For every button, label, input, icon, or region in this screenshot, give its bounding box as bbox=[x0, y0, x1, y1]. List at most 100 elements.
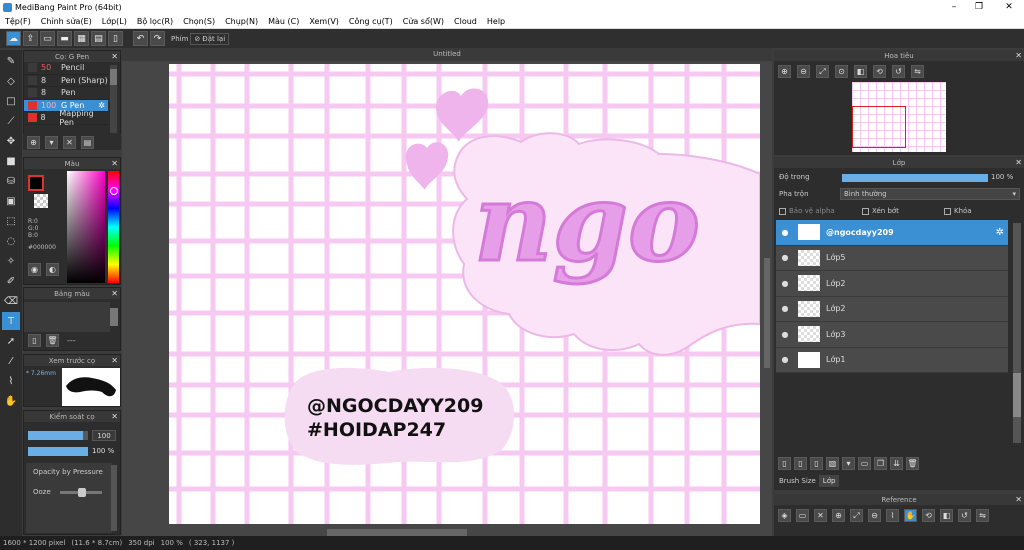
chat-icon[interactable]: ▬ bbox=[57, 31, 72, 46]
layer-row-lop1[interactable]: ● Lớp1 bbox=[776, 347, 1008, 373]
menu-help[interactable]: Help bbox=[482, 17, 510, 26]
lock-option[interactable]: Khóa bbox=[944, 207, 972, 215]
canvas-horizontal-scrollbar[interactable] bbox=[327, 529, 467, 536]
divide-tool-icon[interactable]: ⁄ bbox=[2, 352, 20, 370]
add-palette-icon[interactable]: ▯ bbox=[28, 334, 41, 347]
zoom-in-icon[interactable]: ⊕ bbox=[778, 65, 791, 78]
brush-size-value[interactable]: 100 bbox=[92, 430, 116, 441]
hand-tool-icon[interactable]: ✋ bbox=[2, 392, 20, 410]
menu-snap[interactable]: Chụp(N) bbox=[220, 17, 263, 26]
brush-opacity-slider[interactable] bbox=[28, 447, 88, 456]
navigator-preview[interactable] bbox=[852, 82, 946, 152]
brush-menu-icon[interactable]: ▾ bbox=[45, 135, 58, 149]
brush-tool-icon[interactable]: ✎ bbox=[2, 52, 20, 70]
menu-filter[interactable]: Bộ lọc(R) bbox=[132, 17, 178, 26]
new-layer-1bit-icon[interactable]: ▯ bbox=[810, 457, 823, 470]
ooze-handle[interactable] bbox=[78, 488, 86, 497]
redo-icon[interactable]: ↷ bbox=[150, 31, 165, 46]
close-icon[interactable]: ✕ bbox=[111, 289, 118, 298]
brush-size-slider[interactable] bbox=[28, 431, 88, 440]
layer-row-lop3[interactable]: ● Lớp3 bbox=[776, 322, 1008, 348]
text-tool-icon[interactable]: T bbox=[2, 312, 20, 330]
foreground-color-swatch[interactable] bbox=[28, 175, 44, 191]
visibility-icon[interactable]: ● bbox=[776, 330, 794, 339]
hand-icon[interactable]: ✋ bbox=[904, 509, 917, 522]
rotate-icon[interactable]: ⟲ bbox=[873, 65, 886, 78]
menu-cloud[interactable]: Cloud bbox=[449, 17, 482, 26]
viewport-rect[interactable] bbox=[852, 106, 906, 148]
open-icon[interactable]: ▭ bbox=[796, 509, 809, 522]
canvas-tab[interactable]: Untitled bbox=[122, 48, 772, 61]
visibility-icon[interactable]: ● bbox=[776, 228, 794, 237]
palette-scrollbar[interactable] bbox=[110, 308, 118, 326]
layer-row-lop2[interactable]: ● Lớp2 bbox=[776, 296, 1008, 322]
drawing-canvas[interactable]: ngo @NGOCDAYY209 #HOIDAP247 bbox=[169, 64, 760, 524]
select-eraser-icon[interactable]: ⌫ bbox=[2, 292, 20, 310]
image-icon[interactable]: ◈ bbox=[778, 509, 791, 522]
ooze-slider[interactable] bbox=[60, 488, 102, 497]
close-icon[interactable]: ✕ bbox=[1015, 51, 1022, 60]
menu-layer[interactable]: Lớp(L) bbox=[97, 17, 132, 26]
menu-tools[interactable]: Công cụ(T) bbox=[344, 17, 398, 26]
layer-row-ngocdayy209[interactable]: ● @ngocdayy209 ✲ bbox=[776, 220, 1008, 246]
fit-icon[interactable]: ⤢ bbox=[850, 509, 863, 522]
grid-icon[interactable]: ▦ bbox=[74, 31, 89, 46]
undo-icon[interactable]: ↶ bbox=[133, 31, 148, 46]
duplicate-layer-icon[interactable]: ❐ bbox=[874, 457, 887, 470]
share-icon[interactable]: ⇪ bbox=[23, 31, 38, 46]
layer-row-lop5[interactable]: ● Lớp5 bbox=[776, 245, 1008, 271]
eyedropper-icon[interactable]: ⌇ bbox=[886, 509, 899, 522]
cloud-icon[interactable]: ☁ bbox=[6, 31, 21, 46]
close-icon[interactable]: ✕ bbox=[1015, 158, 1022, 167]
visibility-icon[interactable]: ● bbox=[776, 355, 794, 364]
blend-mode-select[interactable]: Bình thường ▾ bbox=[840, 188, 1020, 200]
close-icon[interactable]: ✕ bbox=[111, 52, 118, 61]
dot-tool-icon[interactable]: □ bbox=[2, 92, 20, 110]
layer-row-lop2[interactable]: ● Lớp2 bbox=[776, 271, 1008, 297]
brush-settings-icon[interactable]: ▤ bbox=[81, 135, 94, 149]
merge-layer-icon[interactable]: ⇊ bbox=[890, 457, 903, 470]
fit-icon[interactable]: ⤢ bbox=[816, 65, 829, 78]
visibility-icon[interactable]: ● bbox=[776, 253, 794, 262]
gradient-tool-icon[interactable]: ▣ bbox=[2, 192, 20, 210]
zoom-in-icon[interactable]: ⊕ bbox=[832, 509, 845, 522]
close-icon[interactable]: ✕ bbox=[111, 159, 118, 168]
shape-tool-icon[interactable]: ■ bbox=[2, 152, 20, 170]
comment-icon[interactable]: ▭ bbox=[40, 31, 55, 46]
reset-button[interactable]: ⊘ Đặt lại bbox=[190, 32, 230, 45]
clipping-checkbox[interactable] bbox=[862, 207, 869, 215]
clipping-option[interactable]: Xén bớt bbox=[862, 207, 899, 215]
maximize-button[interactable]: ❐ bbox=[965, 0, 993, 14]
eraser-tool-icon[interactable]: ◇ bbox=[2, 72, 20, 90]
saturation-value-picker[interactable] bbox=[67, 171, 105, 283]
palette-icon[interactable]: ◉ bbox=[28, 263, 41, 276]
gear-icon[interactable]: ✲ bbox=[996, 227, 1004, 238]
visibility-icon[interactable]: ● bbox=[776, 304, 794, 313]
new-layer-8bit-icon[interactable]: ▯ bbox=[794, 457, 807, 470]
mirror-icon[interactable]: ⇋ bbox=[911, 65, 924, 78]
brush-options-scrollbar[interactable] bbox=[111, 465, 117, 531]
eyedropper-icon[interactable]: ⌇ bbox=[2, 372, 20, 390]
layer-scrollbar[interactable] bbox=[1013, 223, 1021, 443]
flip-icon[interactable]: ◧ bbox=[854, 65, 867, 78]
lock-checkbox[interactable] bbox=[944, 207, 951, 215]
operation-tool-icon[interactable]: ➚ bbox=[2, 332, 20, 350]
reset-icon[interactable]: ↺ bbox=[958, 509, 971, 522]
close-button[interactable]: ✕ bbox=[995, 0, 1023, 14]
delete-palette-icon[interactable]: 🗑 bbox=[46, 334, 59, 347]
delete-brush-icon[interactable]: ✕ bbox=[63, 135, 76, 149]
rotate-icon[interactable]: ⟲ bbox=[922, 509, 935, 522]
tab-brush-size[interactable]: Brush Size bbox=[776, 475, 819, 487]
line-tool-icon[interactable]: ⟋ bbox=[2, 112, 20, 130]
menu-edit[interactable]: Chỉnh sửa(E) bbox=[36, 17, 97, 26]
close-icon[interactable]: ✕ bbox=[1015, 495, 1022, 504]
protect-alpha-checkbox[interactable] bbox=[779, 207, 786, 215]
close-ref-icon[interactable]: ✕ bbox=[814, 509, 827, 522]
background-color-swatch[interactable] bbox=[34, 194, 48, 208]
brush-item-mapping-pen[interactable]: 8 Mapping Pen bbox=[24, 109, 108, 127]
select-tool-icon[interactable]: ⬚ bbox=[2, 212, 20, 230]
bucket-tool-icon[interactable]: ⛁ bbox=[2, 172, 20, 190]
menu-select[interactable]: Chọn(S) bbox=[178, 17, 220, 26]
protect-alpha-option[interactable]: Bảo vệ alpha bbox=[779, 207, 835, 215]
delete-layer-icon[interactable]: 🗑 bbox=[906, 457, 919, 470]
